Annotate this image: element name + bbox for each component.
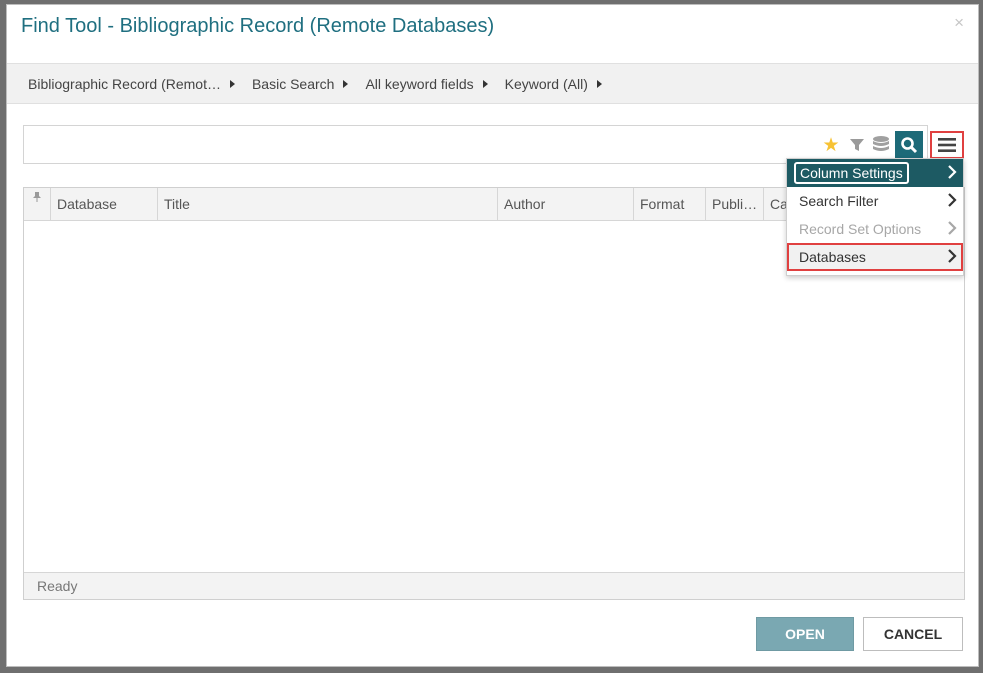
chevron-right-icon xyxy=(947,193,957,210)
breadcrumb: Bibliographic Record (Remot… Basic Searc… xyxy=(7,63,978,104)
filter-icon[interactable] xyxy=(846,134,868,156)
cancel-button[interactable]: CANCEL xyxy=(863,617,963,651)
menu-item-record-set-options[interactable]: Record Set Options xyxy=(787,215,963,243)
chevron-right-icon xyxy=(947,165,957,182)
caret-right-icon xyxy=(596,79,602,88)
open-button[interactable]: OPEN xyxy=(756,617,854,651)
column-header-publication[interactable]: Publi… xyxy=(706,188,764,220)
menu-item-label: Column Settings xyxy=(794,162,909,184)
menu-item-databases[interactable]: Databases xyxy=(787,243,963,271)
breadcrumb-label: Bibliographic Record (Remot… xyxy=(28,75,221,92)
grid-status-bar: Ready xyxy=(24,572,964,599)
menu-item-label: Search Filter xyxy=(799,193,879,209)
find-tool-dialog: Find Tool - Bibliographic Record (Remote… xyxy=(6,4,979,667)
menu-item-label: Record Set Options xyxy=(799,221,922,237)
star-icon[interactable]: ★ xyxy=(820,134,842,156)
breadcrumb-item-field[interactable]: Keyword (All) xyxy=(505,76,602,92)
breadcrumb-label: All keyword fields xyxy=(365,75,474,92)
caret-right-icon xyxy=(229,79,235,88)
column-header-format[interactable]: Format xyxy=(634,188,706,220)
search-icon[interactable] xyxy=(895,131,923,159)
search-input[interactable] xyxy=(32,134,802,156)
breadcrumb-item-search-type[interactable]: Basic Search xyxy=(251,75,349,92)
menu-item-search-filter[interactable]: Search Filter xyxy=(787,187,963,215)
status-text: Ready xyxy=(37,578,78,594)
menu-item-column-settings[interactable]: Column Settings xyxy=(787,159,963,187)
column-header-database[interactable]: Database xyxy=(51,188,158,220)
options-dropdown-menu: Column Settings Search Filter Record Set… xyxy=(786,158,964,276)
dialog-title: Find Tool - Bibliographic Record (Remote… xyxy=(21,15,495,37)
breadcrumb-label: Basic Search xyxy=(251,75,335,92)
caret-right-icon xyxy=(343,79,349,88)
chevron-right-icon xyxy=(947,221,957,238)
database-icon[interactable] xyxy=(870,134,892,156)
close-icon[interactable]: × xyxy=(954,13,964,33)
menu-item-label: Databases xyxy=(799,249,866,265)
hamburger-menu-icon[interactable] xyxy=(930,131,964,159)
column-header-title[interactable]: Title xyxy=(158,188,498,220)
breadcrumb-item-field-group[interactable]: All keyword fields xyxy=(365,75,488,92)
column-header-author[interactable]: Author xyxy=(498,188,634,220)
breadcrumb-label: Keyword (All) xyxy=(504,75,588,92)
caret-right-icon xyxy=(482,79,488,88)
breadcrumb-item-record-type[interactable]: Bibliographic Record (Remot… xyxy=(28,76,235,92)
pin-icon[interactable] xyxy=(24,188,51,220)
chevron-right-icon xyxy=(947,249,957,266)
